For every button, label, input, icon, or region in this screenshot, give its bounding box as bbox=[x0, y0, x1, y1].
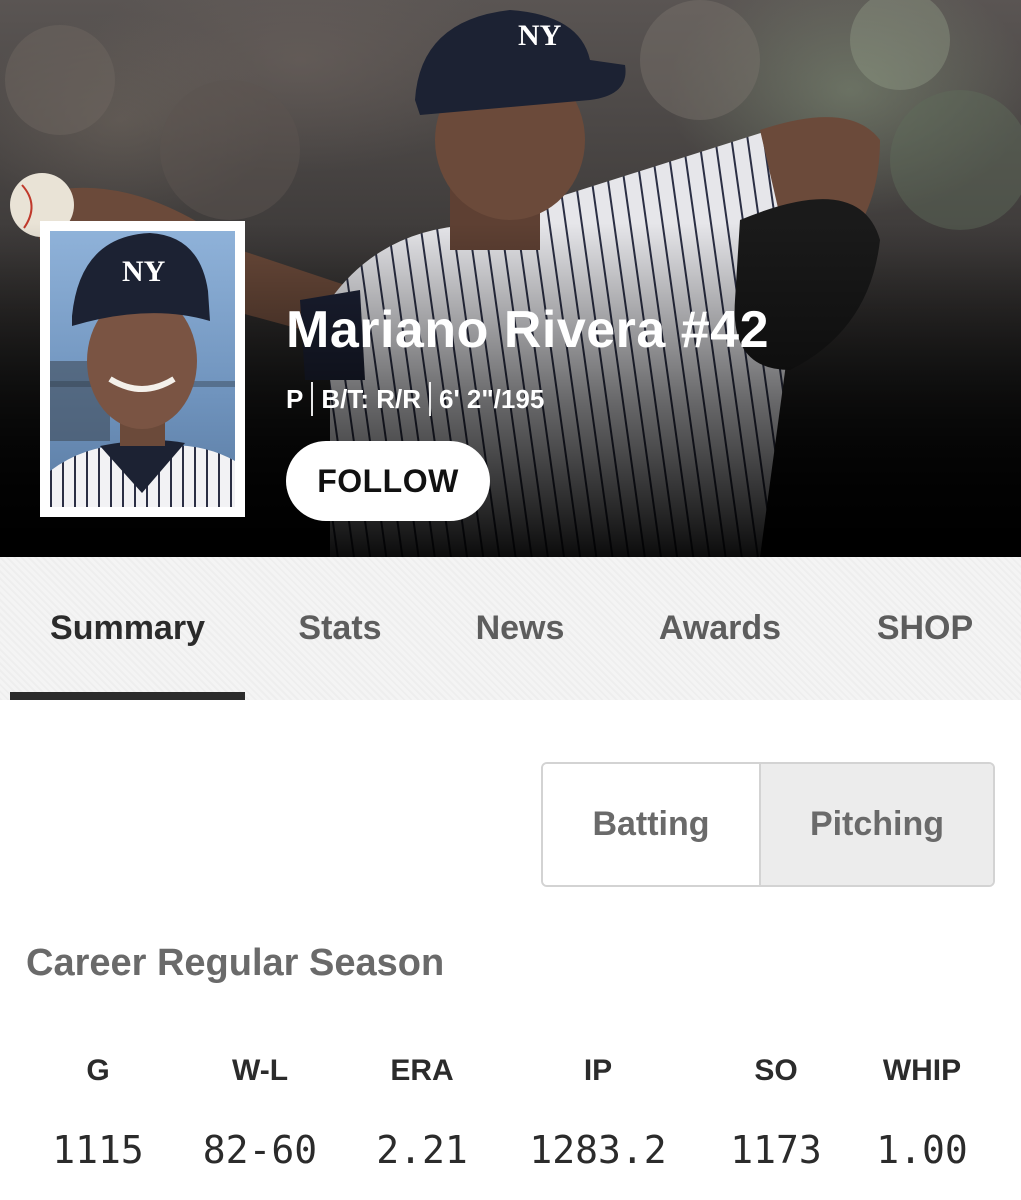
stat-header-ip: IP bbox=[583, 1054, 613, 1087]
svg-text:NY: NY bbox=[122, 255, 166, 288]
player-name: Mariano Rivera #42 bbox=[286, 301, 770, 359]
stat-header-era: ERA bbox=[390, 1054, 454, 1087]
active-tab-indicator bbox=[10, 692, 245, 700]
stat-header-wl: W-L bbox=[231, 1054, 289, 1087]
stat-header-g: G bbox=[86, 1054, 110, 1087]
tab-summary[interactable]: Summary bbox=[10, 557, 245, 700]
meta-divider bbox=[429, 382, 432, 416]
tab-stats[interactable]: Stats bbox=[270, 557, 410, 700]
player-tabs: Summary Stats News Awards SHOP bbox=[0, 557, 1021, 700]
player-height-weight: 6' 2"/195 bbox=[439, 383, 545, 414]
player-hero: NY Mariano Rivera #42 P B/T: R/R 6' 2"/1… bbox=[0, 0, 1021, 557]
stat-value-era: 2.21 bbox=[376, 1128, 468, 1172]
stat-header-so: SO bbox=[754, 1054, 798, 1087]
career-section-title: Career Regular Season bbox=[26, 942, 445, 984]
stat-value-whip: 1.00 bbox=[876, 1128, 968, 1172]
stat-value-g: 1115 bbox=[52, 1128, 144, 1172]
player-bats-throws: B/T: R/R bbox=[321, 383, 422, 414]
follow-button[interactable]: FOLLOW bbox=[286, 441, 490, 521]
stat-type-toggle: Batting Pitching bbox=[541, 762, 995, 887]
player-meta: P B/T: R/R 6' 2"/195 bbox=[286, 382, 544, 416]
stat-value-ip: 1283.2 bbox=[529, 1128, 667, 1172]
headshot-image: NY bbox=[50, 233, 235, 507]
tab-shop[interactable]: SHOP bbox=[850, 557, 1000, 700]
tab-news[interactable]: News bbox=[450, 557, 590, 700]
player-headshot: NY bbox=[40, 221, 245, 517]
stat-header-whip: WHIP bbox=[882, 1054, 962, 1087]
player-position: P bbox=[286, 383, 304, 414]
stat-value-wl: 82-60 bbox=[202, 1128, 318, 1172]
pitching-button[interactable]: Pitching bbox=[761, 764, 993, 885]
tab-awards[interactable]: Awards bbox=[630, 557, 810, 700]
batting-button[interactable]: Batting bbox=[543, 764, 761, 885]
meta-divider bbox=[311, 382, 314, 416]
